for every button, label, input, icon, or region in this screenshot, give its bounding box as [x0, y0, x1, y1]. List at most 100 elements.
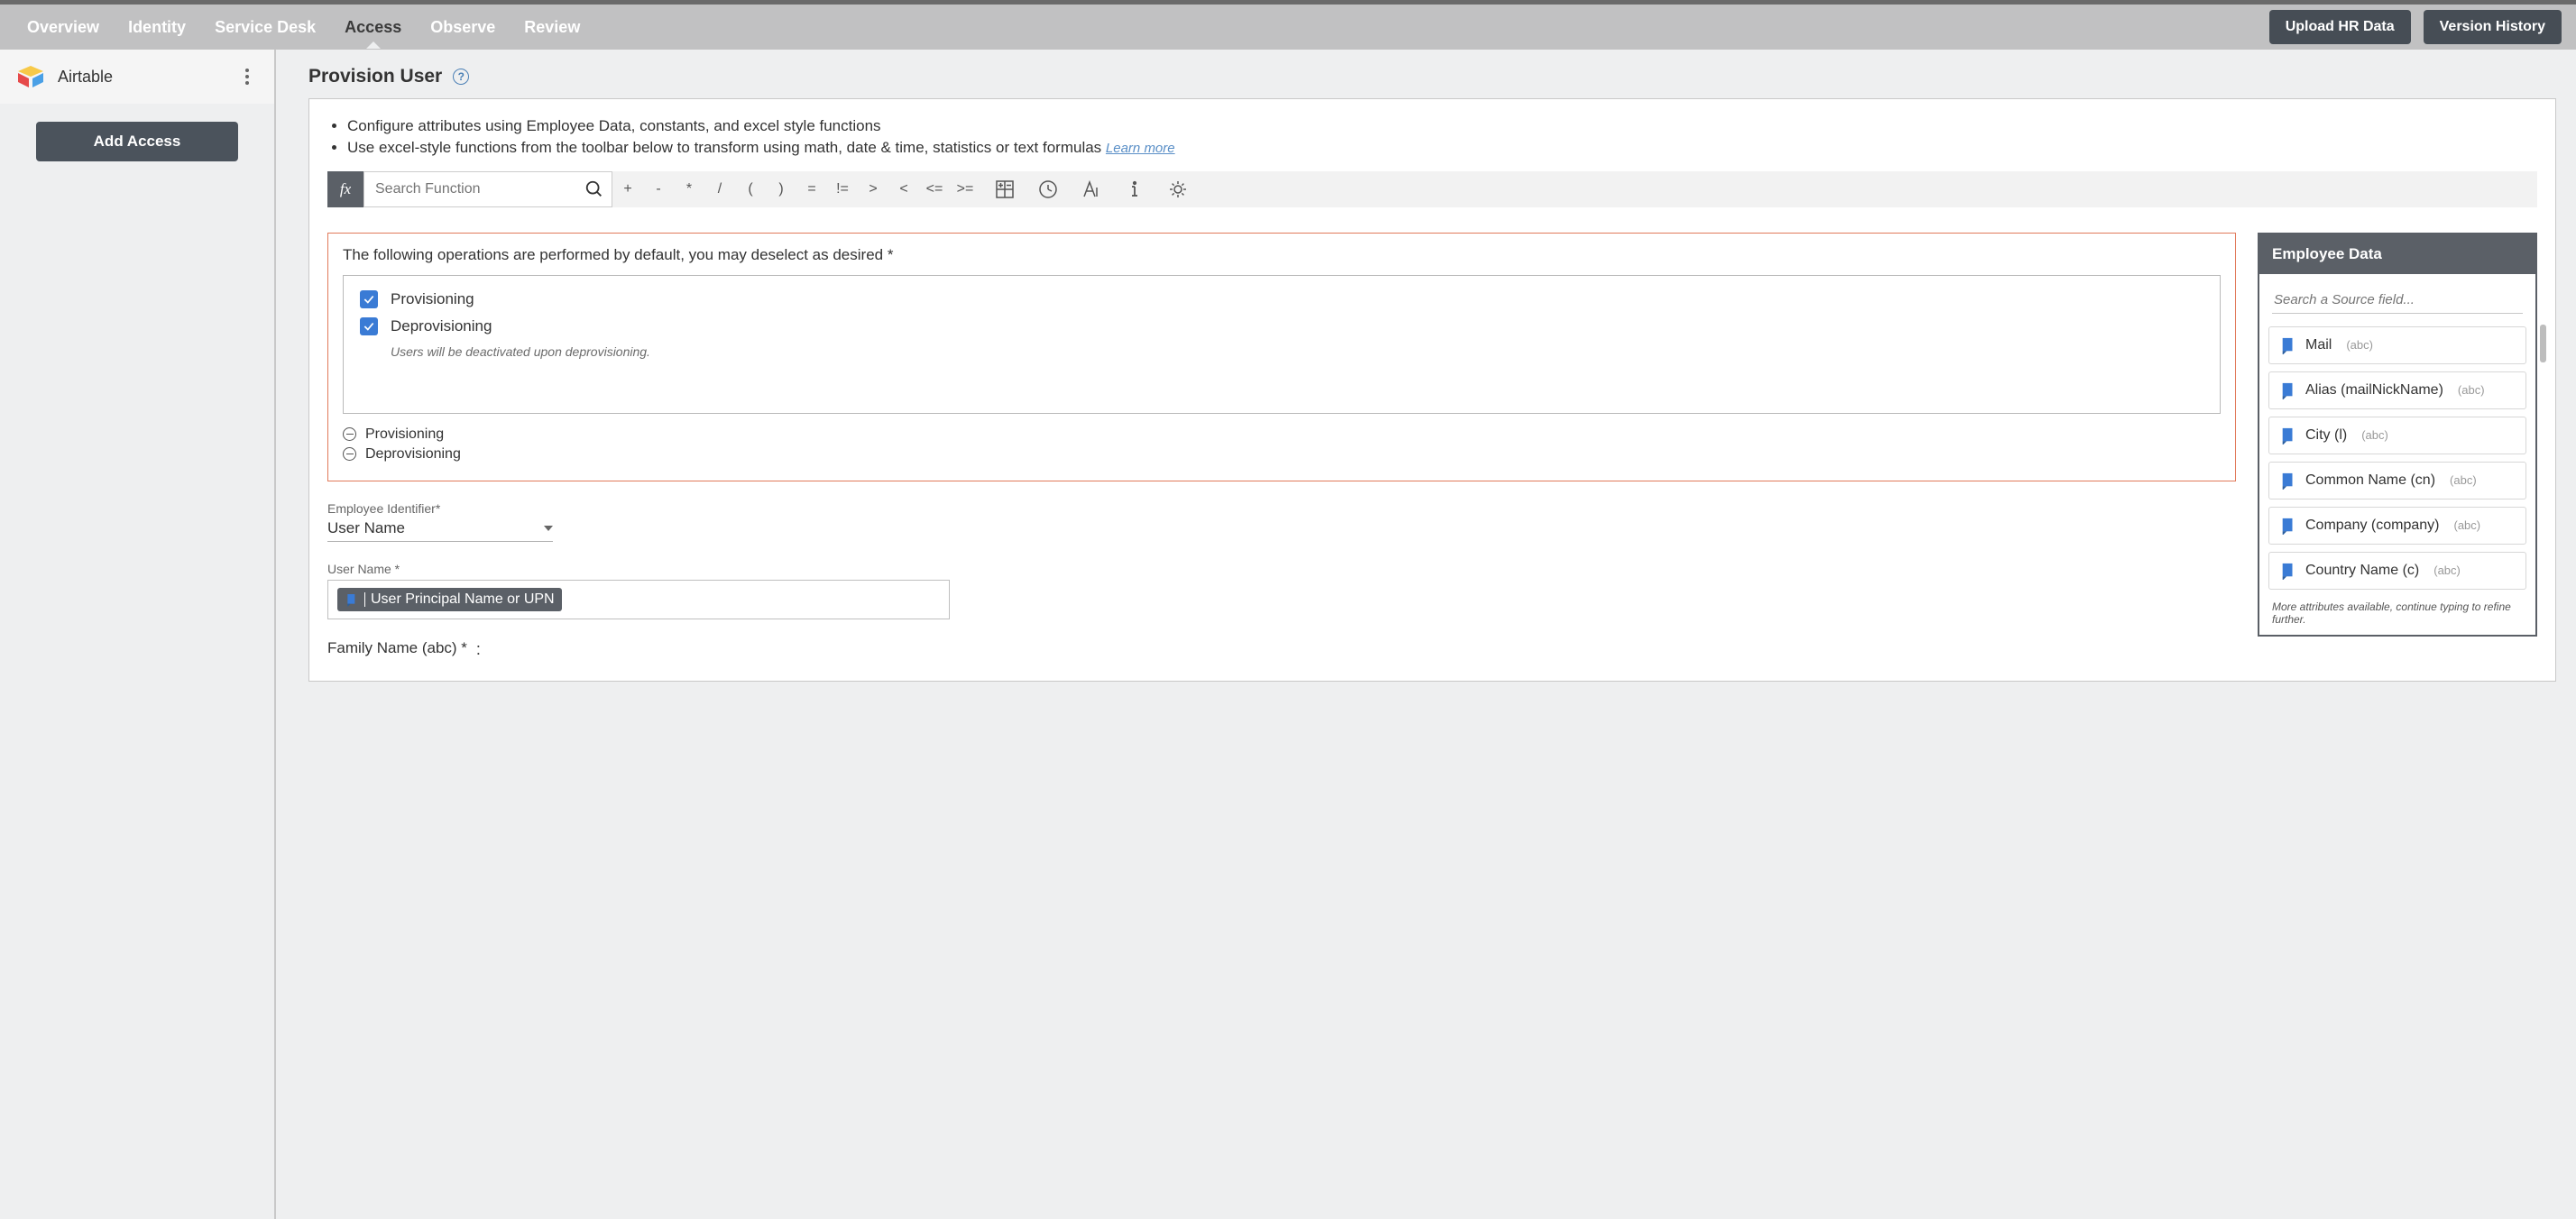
op-minus[interactable]: -: [643, 172, 674, 206]
emp-item-type: (abc): [2346, 338, 2373, 352]
tip-line-2: Use excel-style functions from the toolb…: [347, 137, 2537, 159]
fx-operators: + - * / ( ) = != > < <= >=: [612, 171, 980, 207]
op-eq[interactable]: =: [796, 172, 827, 206]
operations-section: The following operations are performed b…: [327, 233, 2236, 481]
emp-item-type: (abc): [2361, 428, 2388, 442]
top-nav-bar: Overview Identity Service Desk Access Ob…: [0, 0, 2576, 50]
text-icon[interactable]: [1080, 178, 1103, 201]
checkbox-checked-icon: [360, 290, 378, 308]
version-history-button[interactable]: Version History: [2424, 10, 2562, 44]
username-token-text: User Principal Name or UPN: [371, 591, 555, 608]
employee-data-more-hint: More attributes available, continue typi…: [2259, 597, 2535, 635]
attribute-icon: [2280, 517, 2296, 535]
tip-list: Configure attributes using Employee Data…: [327, 115, 2537, 159]
username-input[interactable]: User Principal Name or UPN: [327, 580, 950, 619]
tab-identity[interactable]: Identity: [126, 7, 188, 48]
op-plus[interactable]: +: [612, 172, 643, 206]
employee-data-search-input[interactable]: [2272, 287, 2523, 313]
op-multiply[interactable]: *: [674, 172, 704, 206]
provisioning-checkbox-row[interactable]: Provisioning: [360, 290, 2203, 308]
deprovisioning-note: Users will be deactivated upon deprovisi…: [391, 344, 2203, 359]
tab-service-desk[interactable]: Service Desk: [213, 7, 317, 48]
emp-item-type: (abc): [2458, 383, 2485, 397]
tip-line-1: Configure attributes using Employee Data…: [347, 115, 2537, 137]
search-icon: [584, 179, 604, 199]
operations-prompt: The following operations are performed b…: [343, 246, 2221, 264]
emp-item-cn[interactable]: Common Name (cn) (abc): [2268, 462, 2526, 500]
collapse-icon: [343, 447, 356, 461]
help-icon[interactable]: ?: [453, 69, 469, 85]
op-divide[interactable]: /: [704, 172, 735, 206]
tab-overview[interactable]: Overview: [25, 7, 101, 48]
deprovisioning-collapse-label: Deprovisioning: [365, 446, 461, 463]
attribute-icon: [2280, 472, 2296, 490]
emp-item-name: Alias (mailNickName): [2305, 382, 2443, 399]
emp-item-type: (abc): [2450, 473, 2477, 487]
document-icon: [345, 592, 359, 607]
employee-identifier-field: Employee Identifier* User Name: [327, 501, 2236, 542]
employee-data-search[interactable]: [2272, 287, 2523, 314]
emp-item-name: Mail: [2305, 337, 2332, 353]
tab-access[interactable]: Access: [343, 7, 403, 48]
op-neq[interactable]: !=: [827, 172, 858, 206]
username-token[interactable]: User Principal Name or UPN: [337, 588, 562, 611]
deprovisioning-checkbox-row[interactable]: Deprovisioning: [360, 317, 2203, 335]
op-lte[interactable]: <=: [919, 172, 950, 206]
scrollbar[interactable]: [2540, 325, 2546, 362]
emp-item-country[interactable]: Country Name (c) (abc): [2268, 552, 2526, 590]
family-name-colon: :: [476, 640, 481, 661]
info-icon[interactable]: [1123, 178, 1146, 201]
sidebar: Airtable Add Access: [0, 50, 276, 1219]
emp-item-company[interactable]: Company (company) (abc): [2268, 507, 2526, 545]
sidebar-app[interactable]: Airtable: [16, 64, 113, 89]
more-vertical-icon: [245, 75, 249, 78]
deprovisioning-label: Deprovisioning: [391, 317, 492, 335]
op-lt[interactable]: <: [888, 172, 919, 206]
op-rparen[interactable]: ): [766, 172, 796, 206]
upload-hr-data-button[interactable]: Upload HR Data: [2269, 10, 2411, 44]
emp-item-name: City (l): [2305, 427, 2347, 444]
sidebar-app-name: Airtable: [58, 68, 113, 87]
op-gt[interactable]: >: [858, 172, 888, 206]
attribute-icon: [2280, 381, 2296, 399]
emp-item-alias[interactable]: Alias (mailNickName) (abc): [2268, 371, 2526, 409]
employee-data-list: Mail (abc) Alias (mailNickName) (abc) Ci…: [2259, 321, 2535, 597]
function-search-input[interactable]: [364, 172, 612, 206]
deprovisioning-collapse[interactable]: Deprovisioning: [343, 446, 2221, 463]
attribute-icon: [2280, 336, 2296, 354]
tab-observe[interactable]: Observe: [428, 7, 497, 48]
add-access-button[interactable]: Add Access: [36, 122, 238, 161]
op-gte[interactable]: >=: [950, 172, 980, 206]
math-icon[interactable]: [993, 178, 1017, 201]
function-toolbar: fx + - * / ( ) = != > <: [327, 171, 2537, 207]
page-title: Provision User: [308, 66, 442, 87]
top-actions: Upload HR Data Version History: [2269, 10, 2562, 44]
settings-icon[interactable]: [1166, 178, 1190, 201]
emp-item-name: Company (company): [2305, 518, 2440, 534]
employee-identifier-dropdown[interactable]: User Name: [327, 519, 553, 542]
clock-icon[interactable]: [1036, 178, 1060, 201]
provisioning-collapse[interactable]: Provisioning: [343, 426, 2221, 443]
provisioning-label: Provisioning: [391, 290, 474, 308]
chevron-down-icon: [544, 526, 553, 531]
learn-more-link[interactable]: Learn more: [1106, 141, 1175, 156]
fx-category-icons: [980, 171, 1202, 207]
username-field: User Name * User Principal Name or UPN: [327, 562, 2236, 619]
family-name-field: Family Name (abc) * :: [327, 639, 2236, 661]
emp-item-city[interactable]: City (l) (abc): [2268, 417, 2526, 454]
emp-item-name: Country Name (c): [2305, 563, 2419, 579]
employee-identifier-label: Employee Identifier*: [327, 501, 2236, 516]
family-name-label: Family Name (abc) *: [327, 639, 467, 657]
sidebar-app-menu-button[interactable]: [236, 66, 258, 87]
function-search[interactable]: [363, 171, 612, 207]
op-lparen[interactable]: (: [735, 172, 766, 206]
airtable-logo-icon: [16, 64, 45, 89]
username-label: User Name *: [327, 562, 2236, 576]
tab-review[interactable]: Review: [522, 7, 582, 48]
sidebar-app-header: Airtable: [0, 50, 274, 104]
collapse-icon: [343, 427, 356, 441]
employee-data-header: Employee Data: [2259, 234, 2535, 274]
fx-badge-icon: fx: [327, 171, 363, 207]
provisioning-collapse-label: Provisioning: [365, 426, 444, 443]
emp-item-mail[interactable]: Mail (abc): [2268, 326, 2526, 364]
